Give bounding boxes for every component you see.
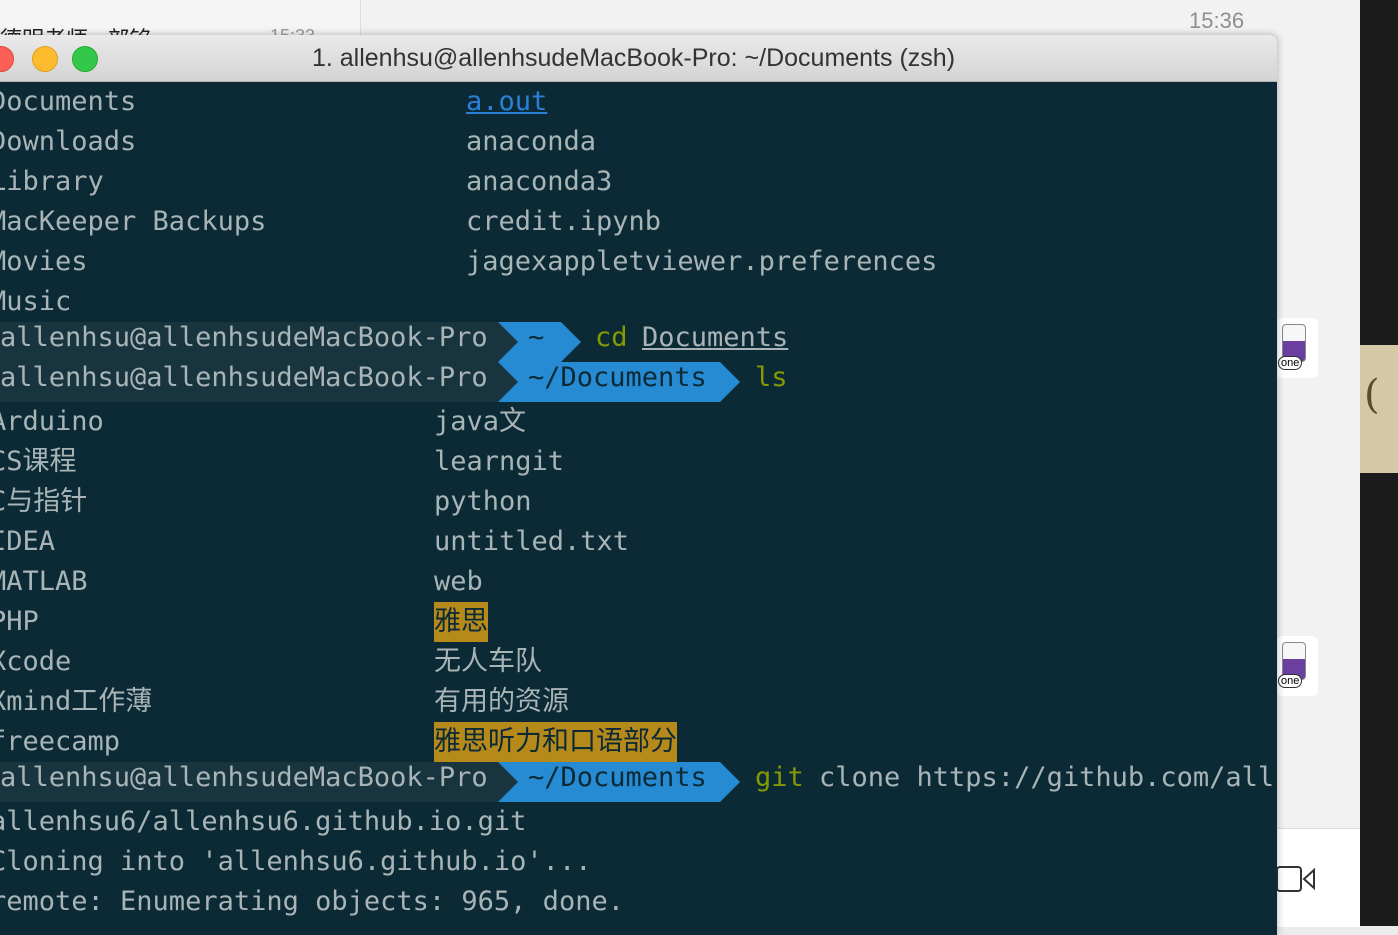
terminal-content[interactable]: Documents a.out Downloads anaconda Libra… [0,82,1277,935]
file-name: Music [0,286,72,317]
file-name: 雅思 [434,602,488,642]
output-text: Cloning into 'allenhsu6.github.io'... [0,846,592,877]
file-name: anaconda [466,126,597,157]
file-name: Movies [0,246,88,277]
command-argument: Documents [642,322,789,353]
file-name: CS课程 [0,446,77,477]
prompt-user: allenhsu@allenhsudeMacBook-Pro [0,362,498,402]
list-item: Arduino java文 [0,402,1277,442]
terminal-window: 1. allenhsu@allenhsudeMacBook-Pro: ~/Doc… [0,35,1277,935]
output-text: allenhsu6/allenhsu6.github.io.git [0,806,527,837]
output-line: remote: Enumerating objects: 965, done. [0,882,1277,922]
list-item: MacKeeper Backups credit.ipynb [0,202,1277,242]
file-name: Library [0,166,104,197]
file-name: 无人车队 [434,646,542,677]
video-call-icon[interactable] [1276,864,1320,894]
list-item: freecamp 雅思听力和口语部分 [0,722,1277,762]
file-name: 有用的资源 [434,686,569,717]
list-item: Library anaconda3 [0,162,1277,202]
file-name[interactable]: a.out [466,82,547,122]
shell-prompt: allenhsu@allenhsudeMacBook-Pro ~/Documen… [0,762,1277,802]
command-name: ls [755,362,788,393]
output-line: Cloning into 'allenhsu6.github.io'... [0,842,1277,882]
background-photo: ( [1360,0,1398,926]
list-item: IDEA untitled.txt [0,522,1277,562]
list-item: Documents a.out [0,82,1277,122]
prompt-user: allenhsu@allenhsudeMacBook-Pro [0,322,498,362]
list-item: C与指针 python [0,482,1277,522]
file-name: PHP [0,606,39,637]
file-name: MacKeeper Backups [0,206,267,237]
shell-prompt: allenhsu@allenhsudeMacBook-Pro ~ cd Docu… [0,322,1277,362]
file-name: java文 [434,406,527,437]
list-item: Xmind工作薄 有用的资源 [0,682,1277,722]
file-name: MATLAB [0,566,88,597]
list-item: Movies jagexappletviewer.preferences [0,242,1277,282]
output-text: remote: Enumerating objects: 965, done. [0,886,624,917]
shell-prompt: allenhsu@allenhsudeMacBook-Pro ~/Documen… [0,362,1277,402]
avatar[interactable]: one [1276,636,1318,696]
file-name: C与指针 [0,486,88,517]
list-item: Xcode 无人车队 [0,642,1277,682]
list-item: CS课程 learngit [0,442,1277,482]
file-name: Documents [0,86,137,117]
list-item: Downloads anaconda [0,122,1277,162]
file-name: 雅思听力和口语部分 [434,722,677,762]
command-name: cd [595,322,628,353]
file-name: Xmind工作薄 [0,686,153,717]
file-name: untitled.txt [434,526,630,557]
file-name: Downloads [0,126,137,157]
avatar[interactable]: one [1276,318,1318,378]
list-item: MATLAB web [0,562,1277,602]
prompt-directory: ~/Documents [498,762,740,802]
prompt-user: allenhsu@allenhsudeMacBook-Pro [0,762,498,802]
avatar-tag: one [1278,674,1303,688]
file-name: IDEA [0,526,56,557]
output-line: allenhsu6/allenhsu6.github.io.git [0,802,1277,842]
command-name: git [755,762,804,793]
chat-timestamp: 15:36 [1189,8,1245,33]
window-titlebar[interactable]: 1. allenhsu@allenhsudeMacBook-Pro: ~/Doc… [0,35,1277,82]
file-name: jagexappletviewer.preferences [466,246,938,277]
file-name: python [434,486,532,517]
file-name: web [434,566,483,597]
avatar-tag: one [1278,356,1303,370]
window-title: 1. allenhsu@allenhsudeMacBook-Pro: ~/Doc… [311,44,956,72]
file-name: freecamp [0,726,121,757]
file-name: credit.ipynb [466,206,662,237]
file-name: Xcode [0,646,72,677]
file-name: Arduino [0,406,104,437]
prompt-directory: ~ [498,322,581,362]
prompt-directory: ~/Documents [498,362,740,402]
file-name: anaconda3 [466,166,613,197]
command-argument: clone https://github.com/all [819,762,1275,793]
list-item: PHP 雅思 [0,602,1277,642]
file-name: learngit [434,446,565,477]
list-item: Music [0,282,1277,322]
photo-detail: ( [1364,372,1380,418]
